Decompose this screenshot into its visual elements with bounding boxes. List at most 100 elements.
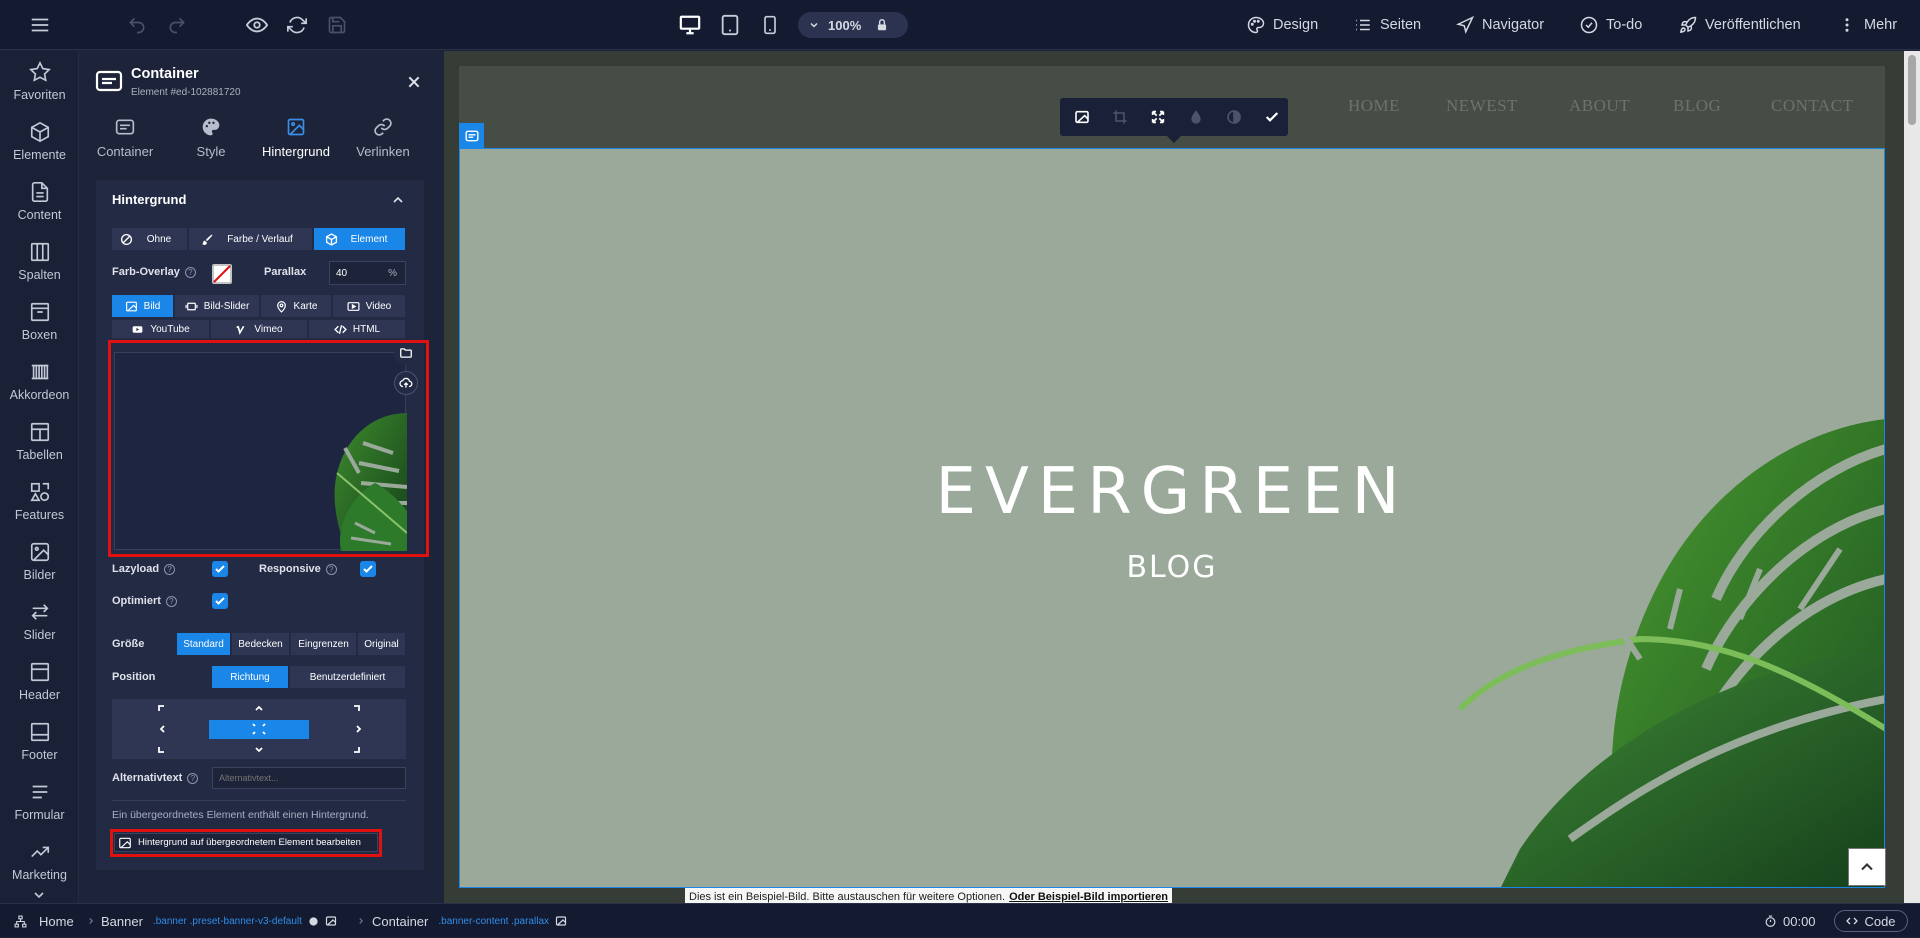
scroll-down-chevron-icon[interactable] [31, 887, 47, 903]
help-icon[interactable]: ? [187, 772, 199, 784]
contrast-icon[interactable] [1226, 109, 1242, 125]
chevron-down-icon[interactable] [808, 19, 822, 31]
position-richtung[interactable]: Richtung [212, 666, 289, 688]
refresh-icon[interactable] [285, 13, 309, 37]
mobile-view-icon[interactable] [758, 13, 782, 37]
sidebar-item-elemente[interactable]: Elemente [0, 117, 79, 177]
breadcrumb-container[interactable]: Container .banner-content .parallax [372, 904, 567, 938]
alt-text-input[interactable] [212, 767, 406, 789]
canvas-scrollbar[interactable] [1904, 51, 1920, 903]
container-handle-icon[interactable] [459, 123, 484, 148]
zoom-control[interactable]: 100% [798, 12, 908, 38]
hero-title: EVERGREEN [935, 455, 1409, 529]
position-benutzerdefiniert[interactable]: Benutzerdefiniert [290, 666, 406, 688]
menu-seiten[interactable]: Seiten [1354, 0, 1421, 50]
tab-hintergrund[interactable]: Hintergrund [246, 117, 346, 171]
tablet-view-icon[interactable] [718, 13, 742, 37]
site-nav-contact[interactable]: CONTACT [1771, 96, 1853, 116]
collapse-chevron-icon[interactable] [390, 192, 406, 208]
code-icon [334, 324, 347, 334]
site-nav-newest[interactable]: NEWEST [1446, 96, 1518, 116]
sidebar-item-label: Footer [21, 748, 58, 762]
menu-more[interactable]: Mehr [1838, 0, 1897, 50]
size-bedecken[interactable]: Bedecken [232, 633, 290, 655]
parallax-input[interactable]: 40 % [329, 261, 406, 285]
media-type-bild-slider[interactable]: Bild-Slider [175, 295, 260, 317]
brush-icon [202, 234, 213, 245]
color-swatch-empty[interactable] [212, 264, 232, 284]
media-type-youtube[interactable]: YouTube [112, 320, 210, 338]
responsive-checkbox[interactable] [360, 561, 376, 577]
help-icon[interactable]: ? [325, 563, 337, 575]
size-original[interactable]: Original [358, 633, 406, 655]
breadcrumb-banner[interactable]: Banner .banner .preset-banner-v3-default [101, 904, 337, 938]
expand-icon[interactable] [1150, 109, 1166, 125]
breadcrumb-classes: .banner-content .parallax [438, 915, 549, 927]
sidebar-item-footer[interactable]: Footer [0, 717, 79, 777]
menu-publish[interactable]: Veröffentlichen [1679, 0, 1801, 50]
stopwatch-icon [1765, 914, 1776, 927]
desktop-view-icon[interactable] [678, 13, 702, 37]
bg-type-farbe[interactable]: Farbe / Verlauf [189, 228, 313, 250]
hamburger-menu-icon[interactable] [28, 13, 52, 37]
tab-style[interactable]: Style [166, 117, 256, 171]
menu-todo[interactable]: To-do [1580, 0, 1642, 50]
highlight-box-image [108, 340, 429, 557]
sidebar-item-spalten[interactable]: Spalten [0, 237, 79, 297]
back-to-top-button[interactable] [1848, 848, 1886, 886]
breadcrumb-home[interactable]: Home [14, 904, 74, 938]
check-icon[interactable] [1264, 109, 1280, 125]
help-icon[interactable]: ? [184, 266, 196, 278]
size-standard[interactable]: Standard [177, 633, 231, 655]
menu-design[interactable]: Design [1247, 0, 1318, 50]
container-tab-icon [115, 119, 135, 135]
bg-type-label: Ohne [146, 233, 172, 245]
code-button[interactable]: Code [1834, 910, 1908, 932]
menu-navigator[interactable]: Navigator [1456, 0, 1544, 50]
container-icon [95, 69, 123, 93]
media-type-karte[interactable]: Karte [261, 295, 332, 317]
media-type-video[interactable]: Video [333, 295, 406, 317]
tab-container[interactable]: Container [80, 117, 170, 171]
preview-eye-icon[interactable] [245, 13, 269, 37]
undo-icon[interactable] [125, 13, 149, 37]
form-icon [32, 785, 47, 799]
ban-icon [120, 233, 133, 245]
sidebar-item-slider[interactable]: Slider [0, 597, 79, 657]
redo-icon[interactable] [165, 13, 189, 37]
sidebar-item-akkordeon[interactable]: Akkordeon [0, 357, 79, 417]
sidebar-item-features[interactable]: Features [0, 477, 79, 537]
scrollbar-thumb[interactable] [1908, 55, 1916, 125]
tab-label: Verlinken [356, 144, 410, 159]
close-icon[interactable] [406, 74, 422, 90]
help-icon[interactable]: ? [165, 595, 177, 607]
site-nav-home[interactable]: HOME [1348, 96, 1400, 116]
sidebar-item-header[interactable]: Header [0, 657, 79, 717]
breadcrumb-label: Home [39, 913, 74, 929]
timer-value: 00:00 [1783, 913, 1816, 929]
media-type-bild[interactable]: Bild [112, 295, 174, 317]
site-nav-about[interactable]: ABOUT [1569, 96, 1630, 116]
drop-icon[interactable] [1188, 109, 1204, 125]
help-icon[interactable]: ? [164, 563, 176, 575]
image-icon[interactable] [1074, 109, 1090, 125]
site-nav-blog[interactable]: BLOG [1673, 96, 1721, 116]
tab-verlinken[interactable]: Verlinken [338, 117, 428, 171]
import-sample-image-link[interactable]: Oder Beispiel-Bild importieren [1009, 891, 1168, 903]
save-icon[interactable] [325, 13, 349, 37]
sidebar-item-boxen[interactable]: Boxen [0, 297, 79, 357]
bg-type-element[interactable]: Element [314, 228, 406, 250]
media-type-html[interactable]: HTML [309, 320, 406, 338]
crop-icon[interactable] [1112, 109, 1128, 125]
sidebar-item-content[interactable]: Content [0, 177, 79, 237]
sidebar-item-bilder[interactable]: Bilder [0, 537, 79, 597]
lazyload-checkbox[interactable] [212, 561, 228, 577]
sidebar-item-formular[interactable]: Formular [0, 777, 79, 837]
optimiert-checkbox[interactable] [212, 593, 228, 609]
sidebar-item-favoriten[interactable]: Favoriten [0, 57, 79, 117]
sidebar-item-tabellen[interactable]: Tabellen [0, 417, 79, 477]
lock-icon[interactable] [875, 18, 889, 32]
media-type-vimeo[interactable]: Vimeo [211, 320, 308, 338]
bg-type-ohne[interactable]: Ohne [112, 228, 188, 250]
size-eingrenzen[interactable]: Eingrenzen [291, 633, 357, 655]
